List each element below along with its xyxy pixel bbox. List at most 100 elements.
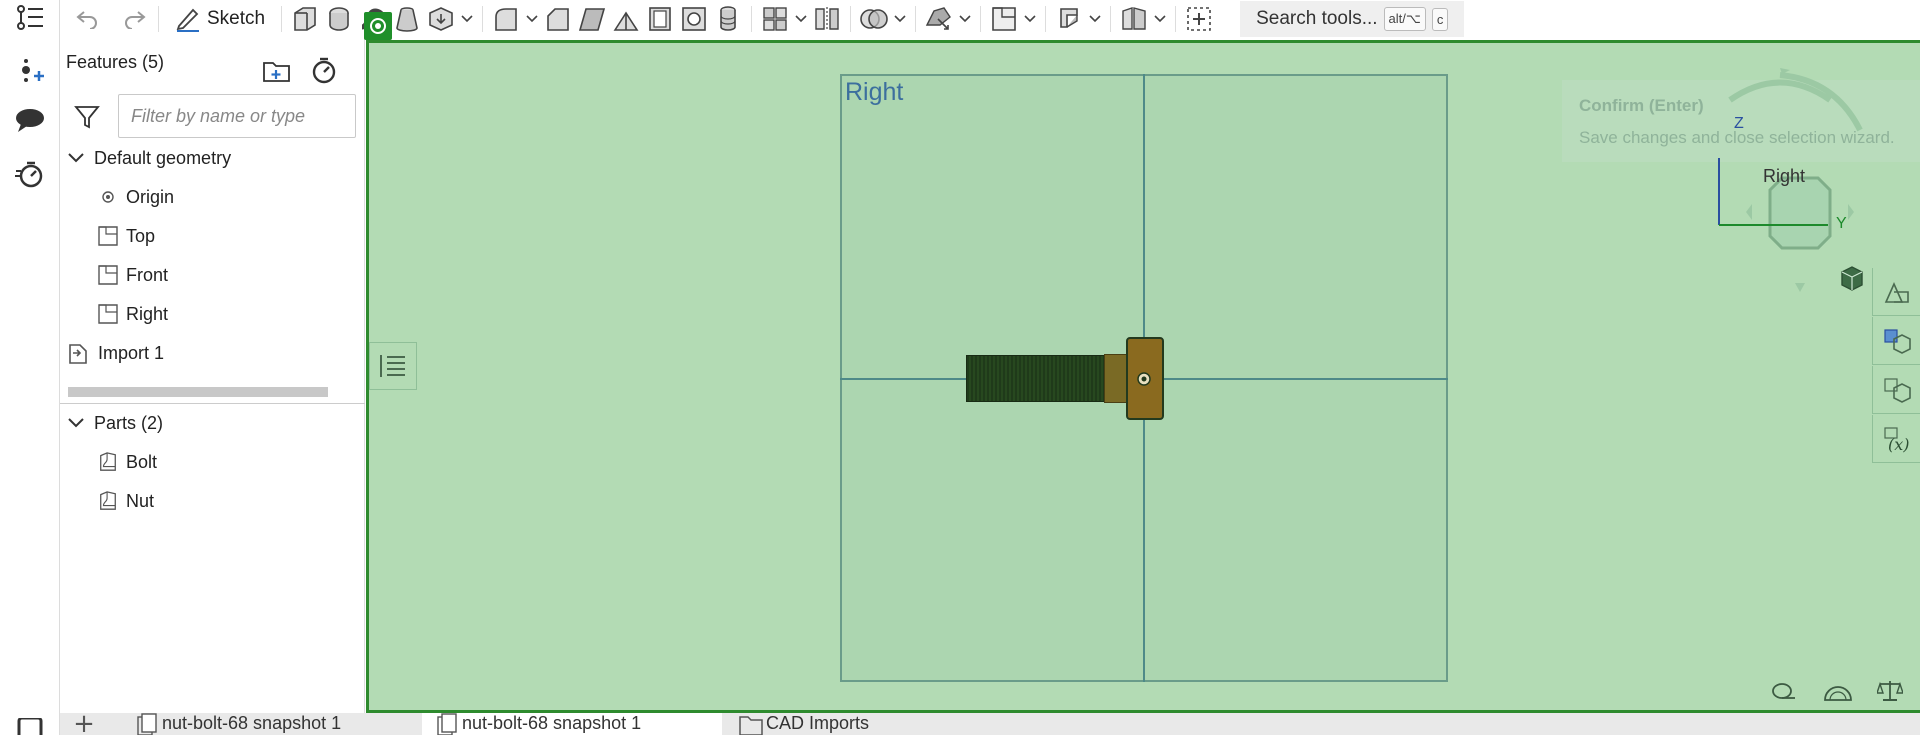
hole-icon[interactable] [677,2,711,36]
toolbar-separator [482,6,484,32]
draft-icon[interactable] [575,2,609,36]
toolbar: Sketch Search tools... alt/⌥ c [60,0,1920,38]
bolt-neck[interactable] [1104,354,1128,403]
measure-tape-icon[interactable] [1764,674,1804,708]
variables-icon[interactable]: (x) [1872,415,1920,463]
rollback-timer-icon[interactable] [310,56,338,88]
toolbar-separator [751,6,753,32]
part-item-nut[interactable]: Nut [98,486,154,516]
frames-icon[interactable] [1117,2,1151,36]
rib-icon[interactable] [609,2,643,36]
toolbar-separator [1110,6,1112,32]
parts-group[interactable]: Parts (2) [66,408,163,438]
svg-text:(x): (x) [1888,435,1910,453]
add-custom-feature-icon[interactable] [1182,2,1216,36]
feature-list-icon[interactable] [14,2,46,34]
toolbar-separator [1175,6,1177,32]
appearance-icon[interactable] [1872,268,1920,316]
sheet-metal-icon[interactable] [1052,2,1086,36]
balance-scale-icon[interactable] [1870,674,1910,708]
plane-tool-icon[interactable] [987,2,1021,36]
import-icon [66,341,90,365]
sketch-active-icon [364,12,392,40]
tree-item-label: Top [126,225,156,246]
sketch-button[interactable]: Sketch [165,6,275,32]
chevron-down-icon[interactable] [792,2,810,36]
chevron-down-icon[interactable] [66,413,86,433]
plane-label: Right [845,78,904,106]
part-item-label: Nut [126,490,155,511]
thicken-icon[interactable] [424,2,458,36]
feature-filter-input[interactable]: Filter by name or type [118,94,356,138]
chamfer-icon[interactable] [541,2,575,36]
origin-marker-icon [1136,371,1152,391]
tree-item-label: Origin [126,186,175,207]
linear-pattern-icon[interactable] [758,2,792,36]
tree-item-import[interactable]: Import 1 [66,338,164,368]
chevron-down-icon[interactable] [523,2,541,36]
tab-cad-imports[interactable]: CAD Imports [726,713,1026,735]
plane-icon [98,265,118,285]
mass-properties-icon[interactable] [1872,366,1920,414]
panel-divider [60,403,365,404]
boolean-icon[interactable] [857,2,891,36]
loft-icon[interactable] [390,2,424,36]
chevron-down-icon[interactable] [1151,2,1169,36]
tab-label: nut-bolt-68 snapshot 1 [162,713,342,733]
toolbar-separator [980,6,982,32]
tree-item-front[interactable]: Front [98,260,168,290]
viewcube-face-label[interactable]: Right [1763,166,1805,187]
chevron-down-icon[interactable] [66,148,86,168]
tree-item-right[interactable]: Right [98,299,168,329]
part-icon [98,452,118,472]
axis-y-label: Y [1836,215,1847,232]
bolt-shaft[interactable] [966,355,1106,402]
chevron-down-icon[interactable] [458,2,476,36]
tab-part-studio-2[interactable]: nut-bolt-68 snapshot 1 [422,713,722,735]
tree-item-origin[interactable]: Origin [98,182,174,212]
fillet-icon[interactable] [489,2,523,36]
undo-icon[interactable] [70,2,104,36]
chevron-down-icon[interactable] [891,2,909,36]
revolve-icon[interactable] [322,2,356,36]
chevron-down-icon[interactable] [1021,2,1039,36]
default-geometry-group[interactable]: Default geometry [66,143,231,173]
tree-item-label: Right [126,303,169,324]
tab-part-studio-1[interactable]: nut-bolt-68 snapshot 1 [122,713,418,735]
mirror-icon[interactable] [810,2,844,36]
shortcut-modifier: alt/⌥ [1383,7,1426,31]
chevron-down-icon[interactable] [1086,2,1104,36]
toolbar-separator [1045,6,1047,32]
shell-icon[interactable] [643,2,677,36]
thread-icon[interactable] [711,2,745,36]
transform-icon[interactable] [922,2,956,36]
search-tools-button[interactable]: Search tools... alt/⌥ c [1240,1,1465,37]
toolbar-separator [850,6,852,32]
tree-item-top[interactable]: Top [98,221,155,251]
folder-icon [738,713,766,735]
insert-feature-icon[interactable] [14,54,46,86]
part-item-bolt[interactable]: Bolt [98,447,157,477]
app-store-icon[interactable] [14,718,46,735]
tab-label: CAD Imports [766,713,870,733]
redo-icon[interactable] [118,2,152,36]
default-geometry-label: Default geometry [94,147,232,168]
chevron-down-icon[interactable] [956,2,974,36]
feature-list-toggle[interactable] [369,342,417,390]
features-title: Features (5) [66,52,165,72]
add-tab-button[interactable]: + [70,711,98,735]
toolbar-separator [281,6,283,32]
horizontal-scrollbar[interactable] [68,387,328,397]
filter-icon[interactable] [74,104,100,134]
parts-label: Parts (2) [94,412,164,433]
extrude-icon[interactable] [288,2,322,36]
material-icon[interactable] [1872,317,1920,365]
add-folder-icon[interactable] [262,58,292,88]
left-rail [0,0,60,735]
view-cube-menu-icon[interactable] [1838,264,1866,296]
right-tool-strip: (x) [1872,268,1920,468]
history-timer-icon[interactable] [14,158,46,190]
comments-icon[interactable] [14,104,46,136]
section-view-icon[interactable] [1818,674,1858,708]
search-tools-label: Search tools... [1256,8,1378,29]
